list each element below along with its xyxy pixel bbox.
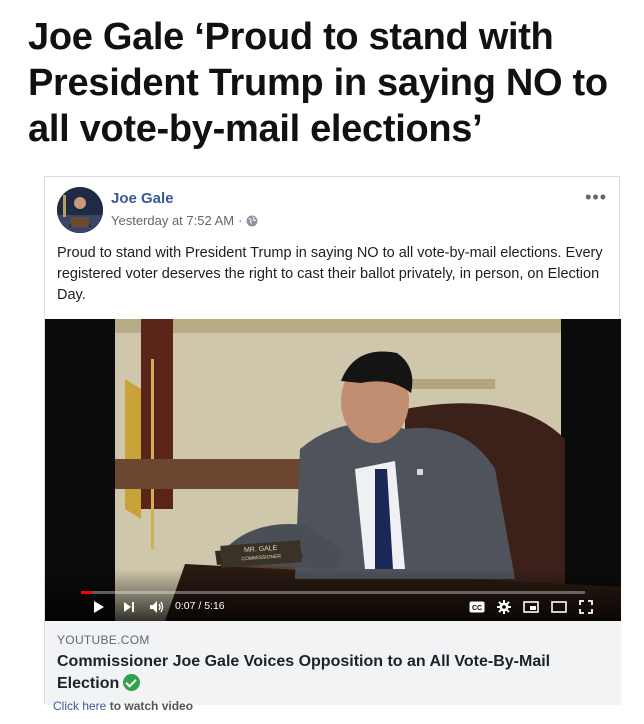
miniplayer-icon[interactable]	[523, 599, 539, 615]
volume-icon[interactable]	[149, 599, 165, 615]
progress-bar[interactable]	[81, 591, 585, 594]
globe-icon	[246, 215, 258, 227]
post-meta: Yesterday at 7:52 AM ·	[111, 213, 258, 228]
link-title[interactable]: Commissioner Joe Gale Voices Opposition …	[57, 651, 597, 695]
cc-label: CC	[472, 605, 482, 612]
verified-check-icon	[123, 674, 141, 691]
video-frame: MR. GALE COMMISSIONER	[45, 319, 621, 621]
post-timestamp[interactable]: Yesterday at 7:52 AM	[111, 213, 234, 228]
avatar[interactable]	[57, 187, 103, 233]
video-time: 0:07 / 5:16	[175, 600, 225, 612]
video-controls: 0:07 / 5:16 CC	[45, 587, 621, 621]
progress-fill	[81, 591, 93, 594]
caption-rest: to watch video	[106, 699, 194, 713]
theater-icon[interactable]	[551, 599, 567, 615]
fullscreen-icon[interactable]	[579, 599, 593, 615]
more-options-button[interactable]: •••	[585, 187, 607, 208]
facebook-post-card: Joe Gale Yesterday at 7:52 AM · ••• Prou…	[44, 176, 621, 705]
poster-name[interactable]: Joe Gale	[111, 190, 174, 207]
settings-icon[interactable]	[497, 599, 511, 615]
watch-video-caption: Click here to watch video	[53, 699, 193, 713]
meta-separator: ·	[238, 213, 243, 228]
click-here-link[interactable]: Click here	[53, 699, 106, 713]
video-player[interactable]: MR. GALE COMMISSIONER 0:07 / 5:16 CC	[45, 319, 621, 621]
headline: Joe Gale ‘Proud to stand with President …	[28, 16, 608, 150]
cc-icon[interactable]: CC	[469, 599, 485, 615]
link-preview[interactable]: YOUTUBE.COM Commissioner Joe Gale Voices…	[45, 621, 621, 705]
post-text: Proud to stand with President Trump in s…	[57, 245, 603, 303]
next-icon[interactable]	[123, 599, 135, 615]
play-icon[interactable]	[93, 599, 105, 615]
link-domain: YOUTUBE.COM	[57, 633, 150, 647]
